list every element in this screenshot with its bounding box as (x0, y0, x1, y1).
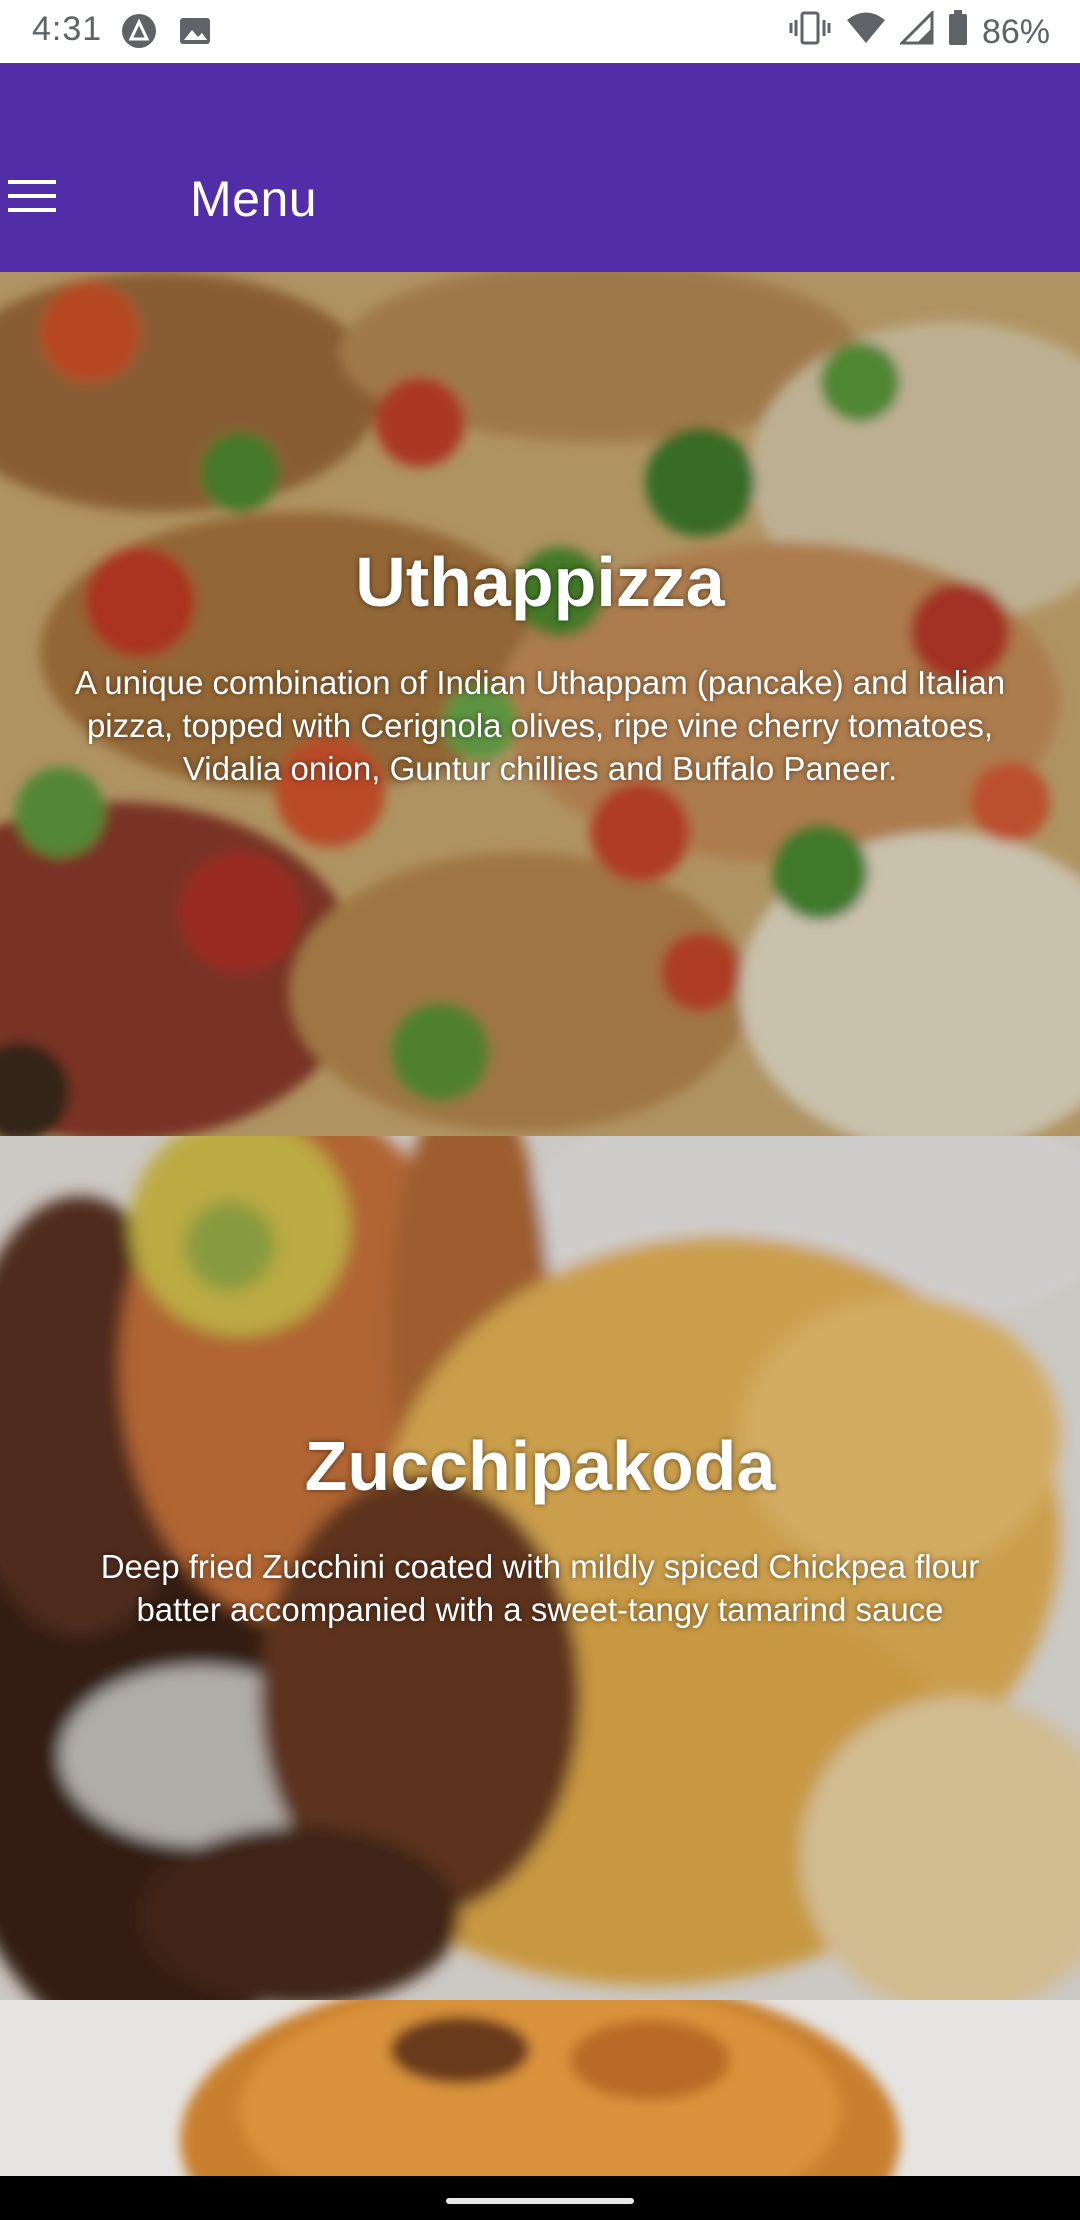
app-bar (0, 63, 1080, 272)
signal-icon (898, 9, 934, 54)
dish-description: A unique combination of Indian Uthappam … (74, 663, 1006, 787)
system-nav-bar (0, 2176, 1080, 2220)
dish-description: Deep fried Zucchini coated with mildly s… (100, 1547, 980, 1628)
status-bar: 4:31 86% (0, 0, 1080, 63)
status-time: 4:31 (32, 10, 103, 48)
hamburger-menu-button[interactable] (0, 160, 64, 232)
dish-text: Uthappizza A unique combination of India… (60, 542, 1020, 790)
page-title: Menu (190, 171, 318, 227)
vibrate-icon (788, 10, 832, 55)
hamburger-icon (8, 180, 56, 212)
dish-text (60, 2000, 1020, 2038)
dish-card-uthappizza[interactable]: Uthappizza A unique combination of India… (0, 272, 1080, 1136)
dish-name: Zucchipakoda (304, 1427, 776, 1505)
dish-name: Uthappizza (355, 543, 725, 621)
app-notification-icon (120, 12, 158, 59)
image-icon (178, 14, 212, 57)
home-gesture-handle[interactable] (446, 2198, 634, 2204)
dish-card-partial[interactable] (0, 2000, 1080, 2176)
status-notification-icons (120, 12, 212, 59)
battery-percent: 86% (981, 13, 1050, 51)
dish-text: Zucchipakoda Deep fried Zucchini coated … (60, 1426, 1020, 1631)
wifi-icon (846, 11, 886, 54)
battery-icon (948, 10, 968, 55)
dish-card-zucchipakoda[interactable]: Zucchipakoda Deep fried Zucchini coated … (0, 1136, 1080, 2000)
menu-screen: 4:31 86% Menu Uthappizza A unique combin… (0, 0, 1080, 2220)
status-system-icons: 86% (788, 9, 1050, 55)
